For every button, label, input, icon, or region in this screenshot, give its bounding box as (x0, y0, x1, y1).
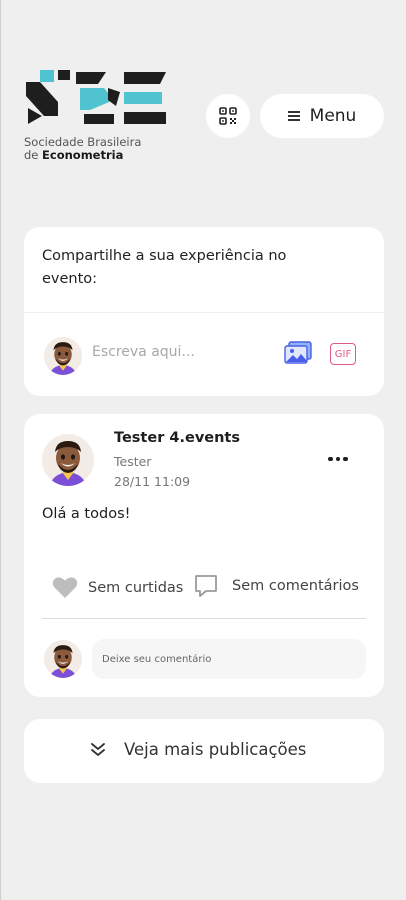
avatar (44, 337, 82, 375)
post-author[interactable]: Tester 4.events (114, 430, 240, 446)
likes-label: Sem curtidas (88, 579, 184, 596)
sbe-logo[interactable]: Sociedade Brasileira de Econometria (24, 66, 174, 162)
menu-label: Menu (309, 106, 357, 126)
comments-button[interactable]: Sem comentários (194, 574, 359, 598)
comment-icon (195, 575, 217, 597)
post-author-role: Tester (114, 454, 152, 469)
post-text: Olá a todos! (42, 506, 131, 522)
composer-input[interactable]: Escreva aqui... (92, 344, 272, 360)
load-more-button[interactable]: Veja mais publicações (24, 719, 384, 783)
logo-line2: de Econometria (24, 148, 124, 162)
qr-code-button[interactable] (206, 94, 250, 138)
load-more-content: Veja mais publicações (88, 739, 306, 759)
image-upload-button[interactable] (284, 341, 312, 369)
load-more-label: Veja mais publicações (124, 739, 307, 759)
more-dot-icon (335, 456, 341, 462)
composer-prompt: Compartilhe a sua experiência no evento: (42, 248, 287, 287)
page-edge (0, 0, 1, 900)
menu-button[interactable]: Menu (260, 94, 384, 138)
avatar (44, 640, 82, 678)
gif-button[interactable]: GIF (330, 343, 356, 365)
comments-label: Sem comentários (232, 578, 359, 594)
image-icon (284, 341, 312, 364)
chevron-down-icon (91, 743, 105, 756)
composer-card: Compartilhe a sua experiência no evento:… (24, 227, 384, 396)
qr-code-icon (219, 107, 237, 125)
post-card: Tester 4.events Tester 28/11 11:09 Olá a… (24, 414, 384, 697)
more-dot-icon (343, 456, 348, 462)
heart-icon (52, 577, 78, 598)
hamburger-icon (287, 111, 300, 121)
sbe-logo-mark (26, 70, 166, 124)
author-avatar[interactable] (42, 434, 94, 486)
comment-input[interactable]: Deixe seu comentário (92, 639, 366, 679)
logo-text: Sociedade Brasileira de Econometria (24, 136, 174, 162)
more-dot-icon (328, 456, 333, 462)
like-button[interactable]: Sem curtidas (52, 576, 183, 599)
composer-divider (24, 312, 384, 313)
more-options-button[interactable] (324, 450, 352, 468)
post-divider (42, 618, 366, 619)
post-timestamp: 28/11 11:09 (114, 474, 191, 489)
